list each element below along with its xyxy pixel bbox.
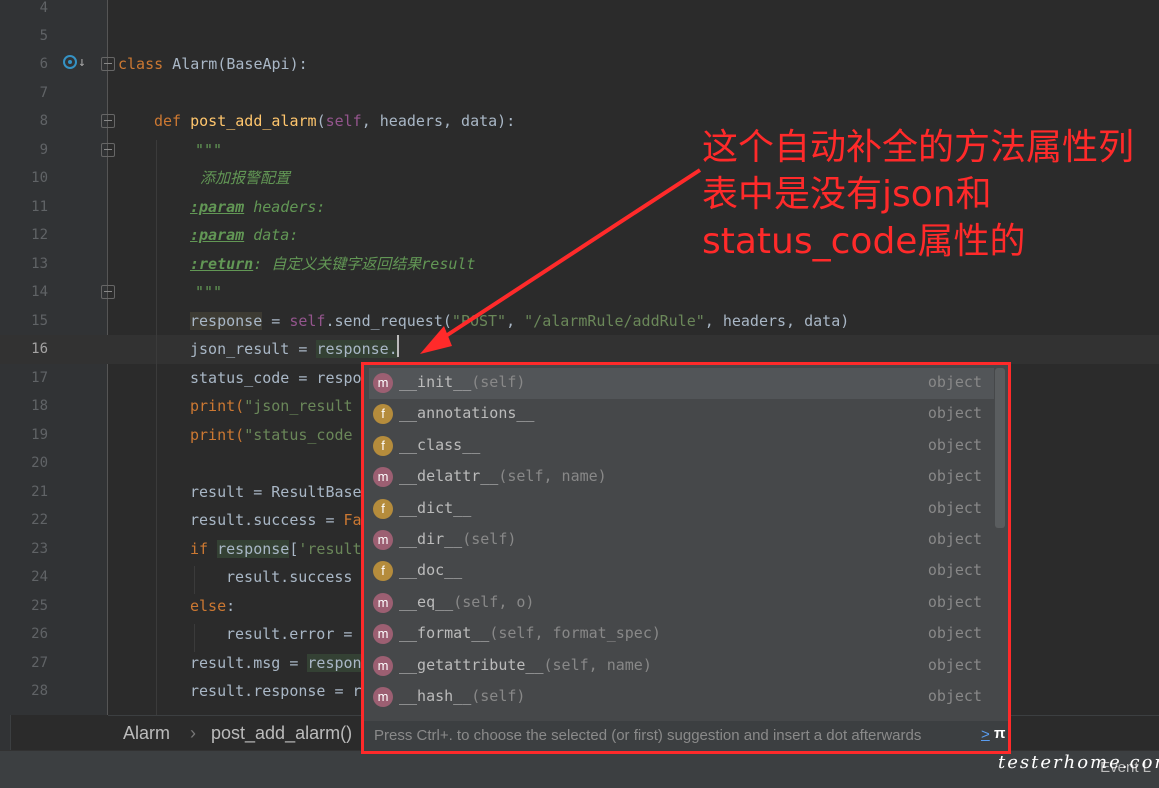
annotation-arrowhead xyxy=(420,326,452,354)
annotation-arrow-line xyxy=(430,168,702,347)
annotation-arrow xyxy=(420,168,702,354)
